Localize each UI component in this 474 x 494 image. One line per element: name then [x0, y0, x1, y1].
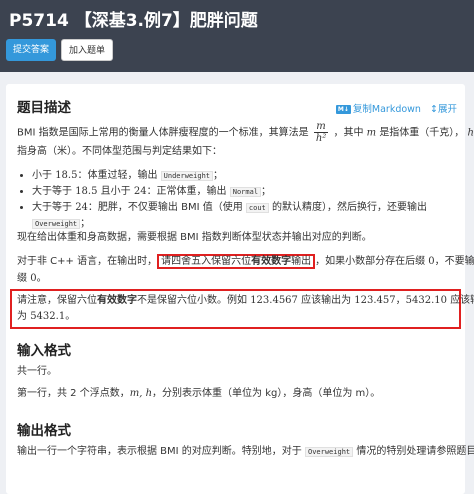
cpp-line2-text: 缀 [17, 273, 27, 284]
bmi-rule-list: 小于 18.5：体重过轻，输出 Underweight； 大于等于 18.5 且… [18, 168, 462, 232]
rule2-mid: 且小于 [100, 186, 131, 197]
submit-answer-button[interactable]: 提交答案 [6, 39, 57, 61]
copy-markdown-label: 复制Markdown [352, 104, 421, 115]
rule2-end: ； [261, 186, 272, 197]
note-line-1: 请注意，保留六位有效数字不是保留六位小数。例如 123.4567 应该输出为 1… [17, 293, 474, 309]
cpp-highlight-1: 请四舍五入保留六位 [161, 256, 252, 267]
input-text-2: ，分别表示体重（单位为 kg），身高（单位为 m）。 [152, 388, 381, 399]
rule1-pre: 小于 [32, 170, 52, 181]
rule3-pre: 大于等于 [32, 202, 72, 213]
problem-content-card: 题目描述 M↓ 复制Markdown ↕展开 BMI 指数是国际上常用的衡量人体胖… [6, 84, 474, 494]
rule2-pre: 大于等于 [32, 186, 72, 197]
note-num2: 123.457 [354, 295, 396, 306]
note-text-4: ， [395, 295, 406, 306]
note-num4: 5432.1 [30, 311, 66, 322]
expand-link[interactable]: ↕展开 [430, 104, 457, 115]
note-text-5: 应该输出 [450, 295, 474, 306]
cpp-line2-end: 。 [36, 273, 47, 284]
cpp-highlight-2: 输出 [291, 256, 312, 267]
intro-line-1: BMI 指数是国际上常用的衡量人体胖瘦程度的一个标准，其算法是 m h² ，其中 … [17, 121, 474, 144]
var-h: h [467, 127, 474, 139]
output-text-1: 输出一行一个字符串，表示根据 BMI 的对应判断。特别地，对于 [17, 446, 302, 457]
rule3-end: ； [80, 218, 91, 229]
markdown-icon: M↓ [335, 105, 351, 114]
description-heading: 题目描述 [17, 100, 71, 116]
rule1-code: Underweight [160, 171, 213, 181]
rule1-num: 18.5 [55, 170, 78, 181]
input-vars: m, h [129, 388, 153, 399]
rule3-post: ：肥胖，不仅要输出 BMI 值（使用 [87, 202, 243, 213]
rule3-code2: Overweight [32, 219, 81, 229]
rule-overweight: 大于等于 24：肥胖，不仅要输出 BMI 值（使用 cout 的默认精度），然后… [32, 200, 462, 216]
output-line-1: 输出一行一个字符串，表示根据 BMI 的对应判断。特别地，对于 Overweig… [17, 444, 474, 460]
add-to-list-button[interactable]: 加入题单 [61, 39, 114, 61]
rule3-num: 24 [75, 202, 88, 213]
problem-header: P5714 【深基3.例7】肥胖问题 提交答案 加入题单 [0, 0, 474, 72]
cpp-highlight-bold: 有效数字 [251, 256, 292, 267]
rule2-num2: 24 [133, 186, 147, 197]
input-text-1: 第一行，共 2 个浮点数， [17, 388, 130, 399]
cpp-text-2: ，如果小数部分存在后缀 [315, 256, 426, 267]
note-line2-text: 为 [17, 311, 27, 322]
output-format-heading: 输出格式 [17, 423, 71, 439]
cpp-text-3: ，不要输出后 [434, 256, 474, 267]
given-paragraph: 现在给出体重和身高数据，需要根据 BMI 指数判断体型状态并输出对应的判断。 [17, 232, 372, 243]
intro-text-3: 是指体重（千克）， [379, 127, 465, 139]
cpp-line-2: 缀 0。 [17, 271, 47, 287]
rule-normal: 大于等于 18.5 且小于 24：正常体重，输出 Normal； [32, 184, 462, 200]
rule3-post2: 的默认精度），然后换行，还要输出 [271, 202, 427, 213]
rule-underweight: 小于 18.5：体重过轻，输出 Underweight； [32, 168, 462, 184]
rule1-post: ：体重过轻，输出 [77, 170, 158, 181]
note-num1: 123.4567 [250, 295, 298, 306]
note-text-3: 应该输出为 [301, 295, 352, 306]
var-m: m [366, 127, 377, 139]
description-actions: M↓ 复制Markdown ↕展开 [335, 101, 457, 115]
problem-title: P5714 【深基3.例7】肥胖问题 [9, 11, 258, 31]
rule3-code: cout [245, 203, 269, 213]
rule1-end: ； [213, 170, 223, 181]
fraction-numerator: m [313, 121, 329, 133]
cpp-line-1: 对于非 C++ 语言，在输出时， 请四舍五入保留六位有效数字输出 ，如果小数部分存在… [17, 254, 474, 270]
cpp-text-1: 对于非 C++ 语言，在输出时， [17, 256, 158, 267]
fraction-denominator: h² [315, 133, 327, 144]
input-format-heading: 输入格式 [17, 343, 71, 359]
note-text-2: 不是保留六位小数。例如 [137, 295, 247, 306]
expand-icon: ↕ [430, 104, 438, 115]
bmi-fraction: m h² [313, 121, 329, 144]
expand-label: 展开 [437, 104, 457, 115]
note-line-2: 为 5432.1。 [17, 309, 75, 325]
note-bold: 有效数字 [97, 295, 137, 306]
rule2-code: Normal [229, 187, 262, 197]
intro-text-1: BMI 指数是国际上常用的衡量人体胖瘦程度的一个标准，其算法是 [17, 127, 309, 139]
input-line-2: 第一行，共 2 个浮点数，m, h，分别表示体重（单位为 kg），身高（单位为 … [17, 386, 380, 402]
input-line-1: 共一行。 [17, 366, 57, 377]
copy-markdown-link[interactable]: M↓ 复制Markdown [335, 104, 421, 115]
rule2-post: ：正常体重，输出 [146, 186, 227, 197]
note-text-1: 请注意，保留六位 [17, 295, 97, 306]
intro-line-2: 指身高（米）。不同体型范围与判定结果如下： [17, 146, 222, 157]
rounding-highlight-box: 请四舍五入保留六位有效数字输出 [157, 254, 316, 269]
output-code: Overweight [304, 447, 354, 457]
intro-text-2: ，其中 [333, 127, 364, 139]
rule2-num1: 18.5 [75, 186, 98, 197]
note-line2-end: 。 [65, 311, 76, 322]
note-num3: 5432.10 [405, 295, 447, 306]
output-text-2: 情况的特别处理请参照题目 [356, 446, 474, 457]
